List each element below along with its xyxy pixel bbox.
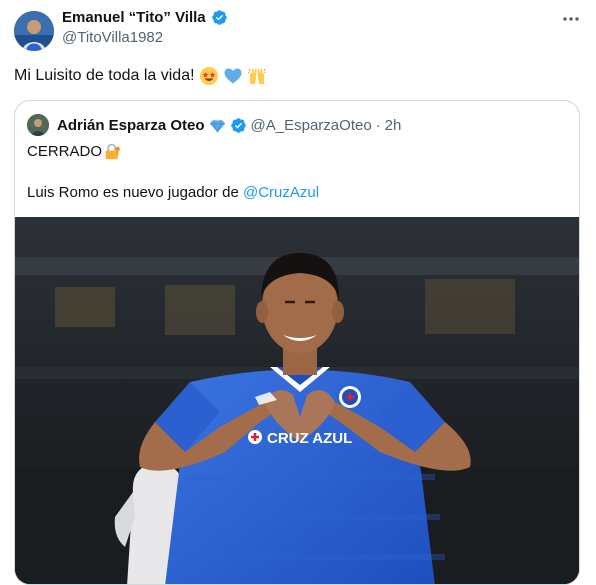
verified-badge-icon <box>211 10 227 25</box>
quoted-author-avatar[interactable] <box>27 114 49 136</box>
verified-badge-icon <box>230 117 246 133</box>
tweet-text: Mi Luisito de toda la vida! <box>14 66 267 86</box>
quoted-timestamp[interactable]: 2h <box>385 117 402 134</box>
tweet-card: Emanuel “Tito” Villa @TitoVilla1982 Mi L… <box>0 0 596 585</box>
quoted-tweet[interactable]: Adrián Esparza Oteo @A_EsparzaOteo · 2h … <box>14 100 580 585</box>
soccer-player-photo: CRUZ AZUL <box>15 217 579 584</box>
locked-with-key-emoji-icon <box>105 143 120 160</box>
author-avatar[interactable] <box>14 11 54 51</box>
raising-hands-emoji-icon <box>247 68 266 84</box>
blue-heart-emoji-icon <box>224 68 242 84</box>
author-handle[interactable]: @TitoVilla1982 <box>62 29 228 46</box>
author-info: Emanuel “Tito” Villa @TitoVilla1982 <box>62 9 228 46</box>
quoted-media-photo[interactable]: CRUZ AZUL <box>15 217 579 584</box>
quoted-author-handle[interactable]: @A_EsparzaOteo <box>251 117 372 134</box>
more-dots-icon <box>563 17 579 21</box>
author-name[interactable]: Emanuel “Tito” Villa <box>62 9 206 26</box>
tweet-text-body: Mi Luisito de toda la vida! <box>14 67 195 84</box>
quoted-author-name[interactable]: Adrián Esparza Oteo <box>57 117 205 134</box>
more-options-button[interactable] <box>560 8 582 30</box>
quoted-text-closed: CERRADO <box>27 143 103 160</box>
separator-dot: · <box>375 116 381 134</box>
jersey-sponsor-text: CRUZ AZUL <box>267 430 352 447</box>
quoted-text-line-2: Luis Romo es nuevo jugador de @CruzAzul <box>27 184 319 201</box>
mention-link[interactable]: @CruzAzul <box>243 184 319 201</box>
quoted-text-line-1: CERRADO <box>27 143 121 160</box>
diamond-emoji-icon <box>209 119 225 132</box>
quoted-text-body: Luis Romo es nuevo jugador de <box>27 184 243 201</box>
star-struck-emoji-icon <box>199 67 218 85</box>
quoted-header: Adrián Esparza Oteo @A_EsparzaOteo · 2h <box>27 114 401 136</box>
